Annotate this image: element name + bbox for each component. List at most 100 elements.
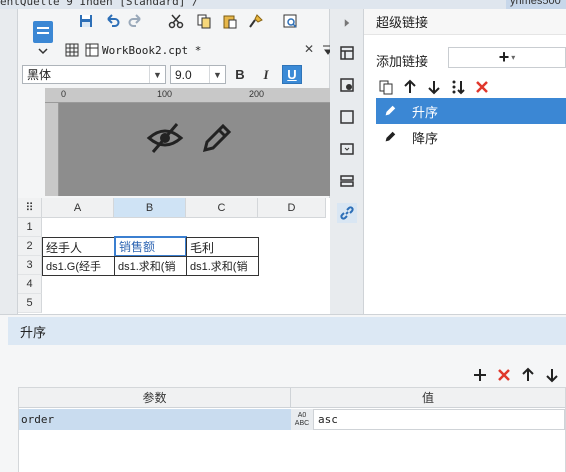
pencil-icon	[376, 130, 404, 144]
row-header[interactable]: 5	[18, 294, 42, 313]
spreadsheet: ⠿ A B C D 1 2 3 4 5 经手人 销售额 毛利 ds1.G(经手 …	[18, 198, 330, 314]
bold-button[interactable]: B	[230, 65, 250, 84]
hyperlink-icon[interactable]	[337, 203, 357, 223]
column-header[interactable]: A	[42, 198, 114, 218]
column-header[interactable]: B	[114, 198, 186, 218]
link-tools	[376, 77, 566, 97]
value-type-top: A0	[297, 411, 307, 419]
row-header[interactable]: 4	[18, 275, 42, 294]
cell-attributes-icon[interactable]	[337, 43, 357, 63]
param-value-input[interactable]: asc	[313, 409, 565, 430]
ruler-mark: 100	[157, 89, 173, 99]
paste-icon[interactable]	[220, 11, 240, 31]
sort-icon[interactable]	[448, 77, 468, 97]
chevron-down-icon: ▼	[209, 66, 225, 83]
chevron-down-icon: ▼	[149, 66, 165, 83]
border-icon[interactable]	[337, 107, 357, 127]
vertical-ruler	[45, 103, 59, 196]
arrow-down-icon[interactable]	[424, 77, 444, 97]
pencil-icon	[376, 104, 404, 118]
underline-button[interactable]: U	[282, 65, 302, 84]
column-header: 值	[291, 388, 565, 408]
grid-icon[interactable]	[62, 40, 82, 60]
value-type-bottom: ABC	[294, 419, 310, 427]
panel-title: 超级链接	[364, 9, 566, 35]
column-header[interactable]: C	[186, 198, 258, 218]
preview-icon[interactable]	[280, 11, 300, 31]
tab-bar: WorkBook2.cpt * ✕	[62, 39, 333, 61]
parameter-table: 参数 值 order A0 ABC asc	[18, 387, 566, 472]
add-link-button[interactable]: + ▾	[448, 47, 566, 68]
property-icon-strip	[330, 9, 364, 314]
cell-c3[interactable]: ds1.求和(销	[186, 256, 259, 276]
font-bar: 黑体 ▼ 9.0 ▼ B I U	[18, 64, 330, 86]
arrow-down-icon[interactable]	[542, 365, 562, 385]
window-title: entQuelle 9 Inden [Standard] /	[0, 0, 199, 8]
undo-icon[interactable]	[102, 11, 122, 31]
parameter-panel: 升序 参数 值 order A0 ABC asc	[0, 314, 566, 472]
font-size-value: 9.0	[175, 67, 192, 82]
param-name-cell[interactable]: order	[19, 409, 291, 430]
font-size-select[interactable]: 9.0 ▼	[170, 65, 226, 84]
font-family-select[interactable]: 黑体 ▼	[22, 65, 166, 84]
ruler-mark: 200	[249, 89, 265, 99]
add-link-row: 添加链接 + ▾	[364, 47, 566, 69]
row-header[interactable]: 2	[18, 237, 42, 256]
value-type-icon[interactable]: A0 ABC	[291, 409, 313, 430]
row-header[interactable]: 1	[18, 218, 42, 237]
arrow-up-icon[interactable]	[518, 365, 538, 385]
link-item-asc[interactable]: 升序	[376, 98, 566, 124]
redo-icon[interactable]	[126, 11, 146, 31]
tab-workbook[interactable]: WorkBook2.cpt * ✕	[82, 39, 314, 61]
save-icon[interactable]	[76, 11, 96, 31]
preview-pane: 0 100 200	[45, 88, 330, 196]
cell-a2[interactable]: 经手人	[42, 237, 115, 257]
cell-c2[interactable]: 毛利	[186, 237, 259, 257]
widget-icon[interactable]	[337, 139, 357, 159]
cell-info-icon[interactable]	[337, 75, 357, 95]
template-icon[interactable]	[30, 17, 56, 55]
italic-button[interactable]: I	[256, 65, 276, 84]
parameter-tools	[470, 365, 566, 385]
ruler-mark: 0	[61, 89, 67, 99]
cell-a3[interactable]: ds1.G(经手	[42, 256, 115, 276]
user-badge[interactable]: yhmes500	[506, 0, 566, 9]
link-item-label: 降序	[412, 130, 439, 146]
horizontal-ruler: 0 100 200	[45, 88, 330, 103]
collapse-arrow-icon[interactable]	[337, 13, 357, 33]
link-item-desc[interactable]: 降序	[376, 124, 566, 150]
link-item-label: 升序	[412, 104, 439, 120]
row-header[interactable]: 3	[18, 256, 42, 275]
user-name: yhmes500	[510, 0, 561, 7]
add-link-label: 添加链接	[376, 54, 429, 69]
arrow-up-icon[interactable]	[400, 77, 420, 97]
workbook-icon	[82, 40, 102, 60]
cell-b2[interactable]: 销售额	[114, 236, 187, 257]
cut-icon[interactable]	[166, 11, 186, 31]
column-header[interactable]: D	[258, 198, 326, 218]
close-icon[interactable]: ✕	[304, 42, 314, 56]
plus-icon: +	[498, 47, 510, 67]
copy-icon[interactable]	[194, 11, 214, 31]
designer-area: WorkBook2.cpt * ✕ 黑体 ▼ 9.0 ▼ B I U 0 100…	[18, 9, 333, 314]
cell-b3[interactable]: ds1.求和(销	[114, 256, 187, 276]
corner-cell[interactable]: ⠿	[18, 198, 42, 218]
condition-icon[interactable]	[337, 171, 357, 191]
column-header: 参数	[19, 388, 291, 408]
pencil-icon[interactable]	[199, 120, 233, 159]
delete-icon[interactable]	[472, 77, 492, 97]
main-toolbar	[18, 9, 330, 35]
font-family-value: 黑体	[27, 68, 52, 82]
eye-slash-icon[interactable]	[145, 120, 185, 159]
chevron-down-icon: ▾	[511, 53, 516, 62]
tab-label: WorkBook2.cpt *	[102, 43, 202, 57]
left-side-strip	[0, 9, 18, 314]
copy-icon[interactable]	[376, 77, 396, 97]
parameter-panel-title: 升序	[8, 317, 566, 345]
format-brush-icon[interactable]	[246, 11, 266, 31]
add-icon[interactable]	[470, 365, 490, 385]
title-bar: entQuelle 9 Inden [Standard] / yhmes500	[0, 0, 566, 9]
delete-icon[interactable]	[494, 365, 514, 385]
preview-icons	[145, 120, 245, 160]
hyperlink-panel: 超级链接 添加链接 + ▾ 升序 降序	[364, 9, 566, 314]
